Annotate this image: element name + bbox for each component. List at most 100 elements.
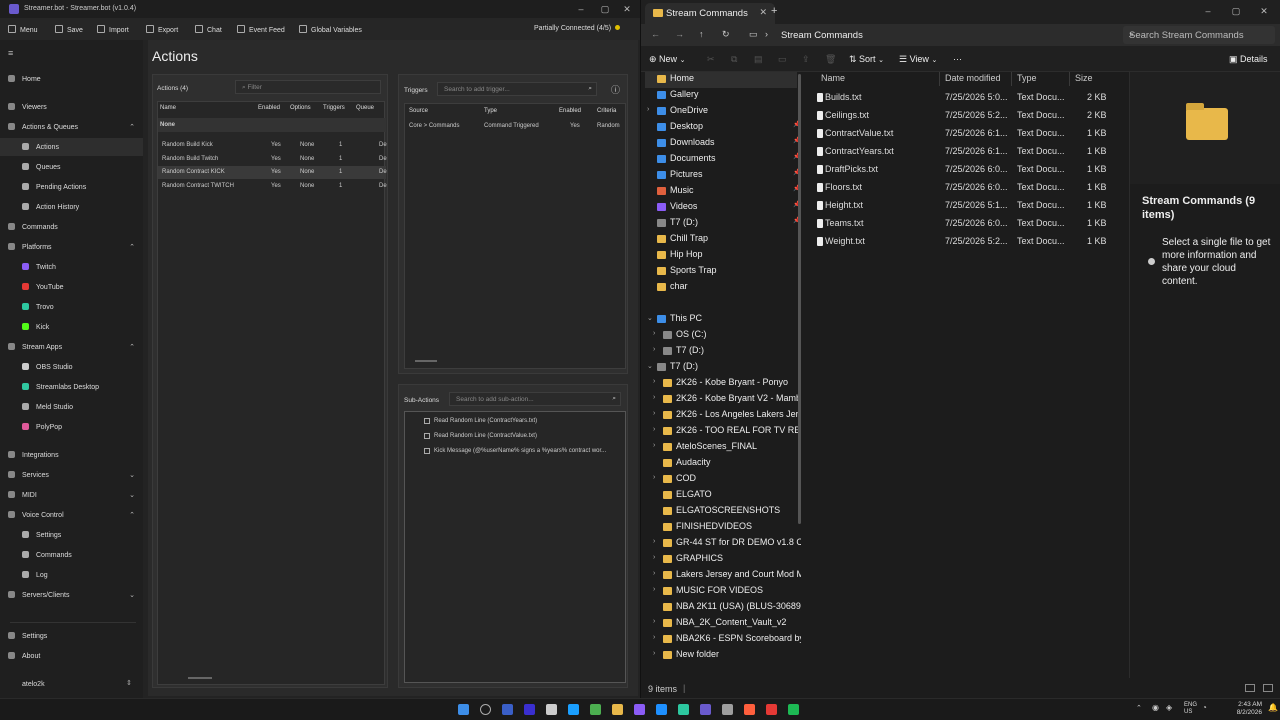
subaction-item[interactable]: Kick Message (@%userName% signs a %years… <box>405 445 625 458</box>
nav-tree-item[interactable]: Sports Trap <box>645 264 797 280</box>
chevron-down-icon[interactable]: ⌄ <box>129 491 135 499</box>
global-variables-button[interactable]: Global Variables <box>299 25 362 34</box>
chevron-right-icon[interactable]: › <box>653 570 655 577</box>
chevron-down-icon[interactable]: ⌄ <box>647 314 653 322</box>
new-tab-icon[interactable]: + <box>771 5 777 17</box>
tray-app-icon[interactable]: ◈ <box>1166 703 1172 712</box>
chevron-right-icon[interactable]: › <box>653 426 655 433</box>
menu-button[interactable]: Menu <box>8 25 38 34</box>
opera-icon[interactable] <box>766 704 777 715</box>
import-button[interactable]: Import <box>97 25 129 34</box>
col-date-modified[interactable]: Date modified <box>945 73 1001 83</box>
sidebar-item[interactable]: YouTube <box>0 278 143 296</box>
sidebar-item[interactable]: Stream Apps ⌃ <box>0 338 143 356</box>
nav-tree-item[interactable]: › AteloScenes_FINAL <box>645 440 797 456</box>
nav-tree-item[interactable]: › MUSIC FOR VIDEOS <box>645 584 797 600</box>
nav-tree-item[interactable]: Home <box>645 72 797 88</box>
sidebar-item[interactable]: Action History <box>0 198 143 216</box>
chevron-right-icon[interactable]: › <box>653 378 655 385</box>
language-indicator[interactable]: ENG US <box>1184 702 1197 716</box>
trigger-search-input[interactable]: Search to add trigger... ⌕ <box>437 82 597 96</box>
maximize-icon[interactable]: ▢ <box>594 2 616 16</box>
action-row[interactable]: Random Build Kick Yes None 1 De <box>158 139 387 152</box>
nav-tree-item[interactable]: Pictures 📌 <box>645 168 800 184</box>
chevron-right-icon[interactable]: › <box>653 650 655 657</box>
up-arrow-icon[interactable]: ↑ <box>699 29 704 39</box>
file-row[interactable]: ContractYears.txt 7/25/2026 6:1... Text Do… <box>811 144 1129 162</box>
spotify-icon[interactable] <box>788 704 799 715</box>
scrollbar[interactable] <box>188 677 212 679</box>
info-icon[interactable]: ⓘ <box>611 83 620 96</box>
explorer-search-input[interactable]: Search Stream Commands ⌕ <box>1123 26 1275 44</box>
sidebar-item[interactable]: Platforms ⌃ <box>0 238 143 256</box>
chevron-right-icon[interactable]: › <box>653 554 655 561</box>
nav-tree-item[interactable]: Hip Hop <box>645 248 797 264</box>
event-feed-button[interactable]: Event Feed <box>237 25 285 34</box>
col-size[interactable]: Size <box>1075 73 1093 83</box>
app-icon[interactable] <box>722 704 733 715</box>
chevron-right-icon[interactable]: › <box>653 346 655 353</box>
nav-tree-item[interactable]: Desktop 📌 <box>645 120 800 136</box>
file-row[interactable]: Weight.txt 7/25/2026 5:2... Text Docu... 1 … <box>811 234 1129 252</box>
tiles-view-icon[interactable] <box>1263 684 1273 692</box>
nav-tree-item[interactable]: ELGATOSCREENSHOTS <box>645 504 797 520</box>
sidebar-item[interactable]: Trovo <box>0 298 143 316</box>
nav-tree-item[interactable]: T7 (D:) 📌 <box>645 216 800 232</box>
chevron-up-icon[interactable]: ⌃ <box>129 243 135 251</box>
sidebar-item[interactable]: Kick <box>0 318 143 336</box>
subaction-item[interactable]: Read Random Line (ContractYears.txt) <box>405 415 625 428</box>
col-triggers[interactable]: Triggers <box>323 105 345 111</box>
col-options[interactable]: Options <box>290 105 311 111</box>
minimize-icon[interactable]: – <box>1197 4 1219 18</box>
chevron-right-icon[interactable]: › <box>653 394 655 401</box>
chrome-icon[interactable] <box>590 704 601 715</box>
chevron-right-icon[interactable]: › <box>653 618 655 625</box>
nav-scrollbar[interactable] <box>798 74 801 524</box>
sidebar-item[interactable]: Log <box>0 566 143 584</box>
sidebar-item[interactable]: Queues <box>0 158 143 176</box>
col-queue[interactable]: Queue <box>356 105 374 111</box>
nav-tree-item[interactable]: › New folder <box>645 648 797 664</box>
nav-tree-item[interactable]: › GRAPHICS <box>645 552 797 568</box>
sidebar-item[interactable]: About <box>0 647 143 665</box>
chevron-up-icon[interactable]: ⌃ <box>129 123 135 131</box>
streamerbot-icon[interactable] <box>700 704 711 715</box>
file-row[interactable]: Floors.txt 7/25/2026 6:0... Text Docu... 1 … <box>811 180 1129 198</box>
wifi-icon[interactable]: ◔ <box>1202 703 1207 712</box>
nav-tree-item[interactable]: › NBA2K6 - ESPN Scoreboard by <box>645 632 801 648</box>
chevron-right-icon[interactable]: › <box>653 410 655 417</box>
chat-button[interactable]: Chat <box>195 25 222 34</box>
action-row[interactable]: Random Contract KICK Yes None 1 De <box>158 166 387 179</box>
photoshop-icon[interactable] <box>502 704 513 715</box>
nav-tree-item[interactable]: FINISHEDVIDEOS <box>645 520 797 536</box>
sidebar-item[interactable]: Actions <box>0 138 143 156</box>
actions-filter-input[interactable]: ⌕ Filter <box>235 80 381 94</box>
connection-status[interactable]: Partially Connected (4/5) <box>534 25 621 32</box>
close-icon[interactable]: ✕ <box>1253 4 1275 18</box>
edge-icon[interactable] <box>656 704 667 715</box>
chevron-down-icon[interactable]: ⌄ <box>129 471 135 479</box>
save-button[interactable]: Save <box>55 25 83 34</box>
export-button[interactable]: Export <box>146 25 178 34</box>
group-row[interactable]: None <box>158 118 386 132</box>
explorer-tab[interactable]: Stream Commands ✕ <box>645 3 775 24</box>
scrollbar[interactable] <box>415 360 437 362</box>
path-segment[interactable]: Stream Commands <box>781 30 863 41</box>
cut-icon[interactable]: ✂ <box>707 54 715 65</box>
chevron-right-icon[interactable]: › <box>653 538 655 545</box>
file-row[interactable]: Height.txt 7/25/2026 5:1... Text Docu... 1 … <box>811 198 1129 216</box>
action-row[interactable]: Random Build Twitch Yes None 1 De <box>158 153 387 166</box>
refresh-icon[interactable]: ↻ <box>722 29 730 40</box>
collapse-menu-icon[interactable]: ≡ <box>8 48 13 58</box>
nav-tree-item[interactable]: Gallery <box>645 88 797 104</box>
paste-icon[interactable]: ▤ <box>754 54 763 65</box>
chevron-down-icon[interactable]: ⌄ <box>647 362 653 370</box>
nav-tree-item[interactable]: › GR-44 ST for DR DEMO v1.8 Cc <box>645 536 801 552</box>
chevron-right-icon[interactable]: › <box>653 474 655 481</box>
nav-tree-item[interactable]: Downloads 📌 <box>645 136 800 152</box>
action-row[interactable]: Random Contract TWITCH Yes None 1 De <box>158 180 387 193</box>
chevron-right-icon[interactable]: › <box>653 330 655 337</box>
col-type[interactable]: Type <box>484 108 497 114</box>
sidebar-item[interactable]: Actions & Queues ⌃ <box>0 118 143 136</box>
more-options-icon[interactable]: ··· <box>953 54 962 64</box>
